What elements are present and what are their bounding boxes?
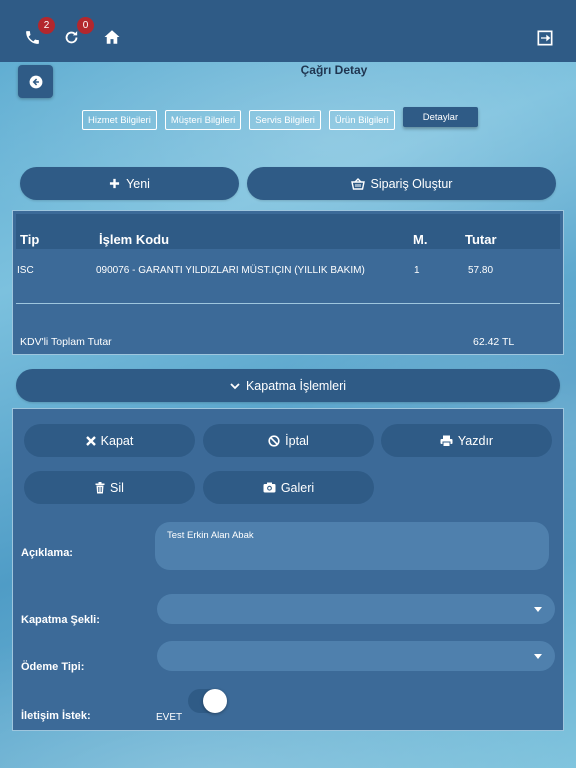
- tab-urun-bilgileri[interactable]: Ürün Bilgileri: [328, 110, 395, 130]
- tab-servis-bilgileri[interactable]: Servis Bilgileri: [249, 110, 321, 130]
- gallery-button[interactable]: Galeri: [203, 471, 374, 504]
- description-label: Açıklama:: [21, 547, 73, 559]
- cancel-button[interactable]: İptal: [203, 424, 374, 457]
- column-header-miktar: M.: [413, 232, 428, 247]
- column-header-islem-kodu: İşlem Kodu: [99, 232, 170, 247]
- tab-musteri-bilgileri[interactable]: Müşteri Bilgileri: [164, 110, 242, 130]
- trash-icon: [95, 481, 105, 493]
- top-bar: 2 0: [0, 0, 576, 62]
- detail-tabs: Hizmet Bilgileri Müşteri Bilgileri Servi…: [82, 107, 479, 130]
- total-label: KDV'li Toplam Tutar: [20, 336, 112, 348]
- tab-hizmet-bilgileri[interactable]: Hizmet Bilgileri: [82, 110, 157, 130]
- payment-type-label: Ödeme Tipi:: [21, 661, 85, 673]
- call-count-badge: 2: [38, 17, 55, 34]
- column-header-tutar: Tutar: [465, 232, 497, 247]
- cell-islem-kodu: 090076 - GARANTI YILDIZLARI MÜST.IÇIN (Y…: [96, 265, 365, 276]
- closing-section-toggle[interactable]: Kapatma İşlemleri: [16, 369, 560, 402]
- total-value: 62.42 TL: [473, 336, 515, 348]
- service-table: Tip İşlem Kodu M. Tutar ISC 090076 - GAR…: [12, 210, 564, 355]
- closing-type-label: Kapatma Şekli:: [21, 614, 100, 626]
- closing-type-select[interactable]: [157, 594, 555, 624]
- gallery-button-label: Galeri: [280, 480, 315, 495]
- phone-icon[interactable]: 2: [22, 17, 55, 47]
- new-button-label: Yeni: [126, 176, 150, 191]
- delete-button-label: Sil: [110, 480, 124, 495]
- refresh-icon[interactable]: 0: [61, 17, 94, 47]
- closing-form: Kapat İptal Yazdır Sil Galeri Açıklama: …: [12, 408, 564, 731]
- page-title: Çağrı Detay: [300, 63, 368, 77]
- basket-icon: [350, 177, 365, 190]
- ban-icon: [268, 434, 280, 447]
- create-order-label: Sipariş Oluştur: [370, 176, 453, 191]
- payment-type-select[interactable]: [157, 641, 555, 671]
- column-header-tip: Tip: [20, 232, 40, 247]
- print-button-label: Yazdır: [457, 433, 494, 448]
- description-field[interactable]: Test Erkin Alan Abak: [155, 522, 549, 570]
- cell-tutar: 57.80: [468, 265, 494, 276]
- close-button-label: Kapat: [100, 433, 134, 448]
- cell-tip: ISC: [17, 265, 34, 276]
- chevron-down-icon: [230, 382, 240, 389]
- camera-icon: [263, 482, 276, 493]
- x-icon: [85, 435, 96, 446]
- create-order-button[interactable]: Sipariş Oluştur: [247, 167, 556, 200]
- table-divider: [16, 303, 560, 304]
- logout-icon[interactable]: [535, 28, 555, 48]
- print-icon: [440, 435, 453, 447]
- contact-request-toggle[interactable]: [188, 689, 227, 713]
- contact-request-value: EVET: [156, 712, 183, 723]
- tab-detaylar[interactable]: Detaylar: [402, 107, 479, 127]
- closing-section-label: Kapatma İşlemleri: [245, 378, 347, 393]
- cancel-button-label: İptal: [285, 433, 309, 448]
- new-button[interactable]: Yeni: [20, 167, 239, 200]
- contact-request-label: İletişim İstek:: [21, 710, 91, 722]
- close-button[interactable]: Kapat: [24, 424, 195, 457]
- delete-button[interactable]: Sil: [24, 471, 195, 504]
- dropdown-caret-icon: [534, 654, 542, 659]
- refresh-count-badge: 0: [77, 17, 94, 34]
- cell-miktar: 1: [414, 265, 420, 276]
- dropdown-caret-icon: [534, 607, 542, 612]
- plus-icon: [109, 178, 120, 189]
- toggle-knob: [203, 689, 227, 713]
- print-button[interactable]: Yazdır: [381, 424, 552, 457]
- home-icon[interactable]: [102, 27, 122, 47]
